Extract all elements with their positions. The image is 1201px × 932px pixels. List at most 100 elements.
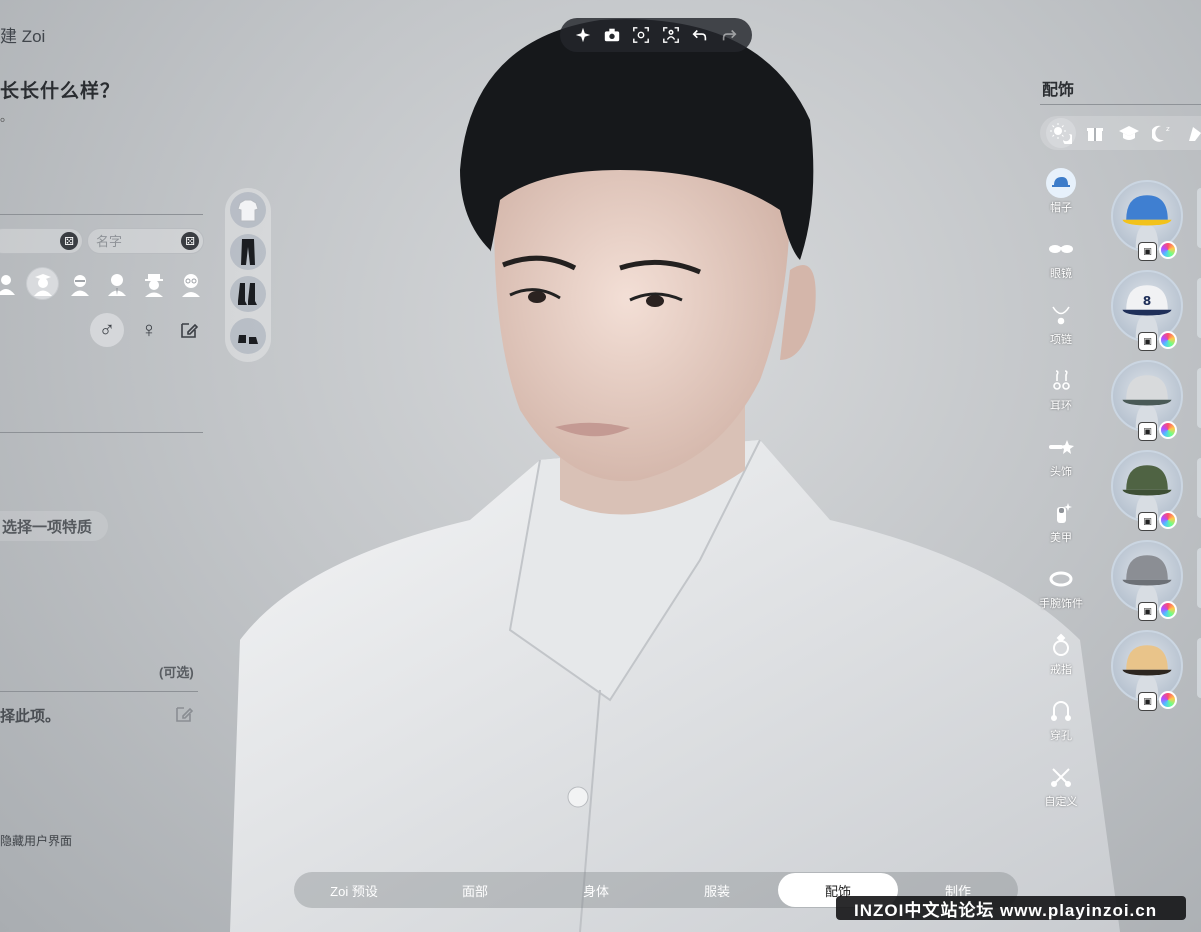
svg-text:8: 8 xyxy=(1143,294,1152,308)
divider xyxy=(0,432,203,433)
color-picker-icon[interactable] xyxy=(1159,331,1177,349)
category-piercing[interactable]: 穿孔 xyxy=(1036,696,1086,743)
day-night-icon[interactable] xyxy=(1046,118,1076,148)
redo-icon[interactable] xyxy=(718,24,740,46)
tab-presets[interactable]: Zoi 预设 xyxy=(294,872,414,908)
boots-item[interactable] xyxy=(230,276,266,312)
color-picker-icon[interactable] xyxy=(1159,511,1177,529)
headpiece-icon xyxy=(1046,432,1076,462)
style-badge-icon: ▣ xyxy=(1138,602,1157,621)
custom-icon xyxy=(1046,762,1076,792)
optional-label: (可选) xyxy=(159,665,194,680)
undo-icon[interactable] xyxy=(689,24,711,46)
life-stage-row xyxy=(0,268,206,299)
category-label: 美甲 xyxy=(1050,532,1072,544)
shoes-item[interactable] xyxy=(230,318,266,354)
style-badge-icon: ▣ xyxy=(1138,242,1157,261)
senior-hat-icon[interactable] xyxy=(138,268,169,299)
next-column-thumbnail[interactable] xyxy=(1197,458,1201,518)
category-label: 帽子 xyxy=(1050,202,1072,214)
gift-icon[interactable] xyxy=(1082,120,1108,146)
divider xyxy=(0,214,203,215)
character-question: 长长什么样？ xyxy=(0,81,121,102)
divider xyxy=(0,691,198,692)
piercing-icon xyxy=(1046,696,1076,726)
category-headpiece[interactable]: 头饰 xyxy=(1036,432,1086,479)
middle-aged-icon[interactable] xyxy=(101,268,132,299)
elder-icon[interactable] xyxy=(175,268,206,299)
trait-select-button[interactable]: 选择一项特质 xyxy=(0,511,108,541)
body-focus-icon[interactable] xyxy=(660,24,682,46)
edit-gender-button[interactable] xyxy=(172,313,206,347)
young-adult-icon[interactable] xyxy=(27,268,58,299)
camera-icon[interactable] xyxy=(601,24,623,46)
next-column-thumbnail[interactable] xyxy=(1197,278,1201,338)
color-picker-icon[interactable] xyxy=(1159,421,1177,439)
hat-image xyxy=(1122,645,1172,699)
next-column-thumbnail[interactable] xyxy=(1197,188,1201,248)
hat-image xyxy=(1122,555,1172,609)
category-label: 耳环 xyxy=(1050,400,1072,412)
sleep-icon[interactable]: z xyxy=(1150,120,1176,146)
necklace-icon xyxy=(1046,300,1076,330)
category-label: 项链 xyxy=(1050,334,1072,346)
category-earring[interactable]: 耳环 xyxy=(1036,366,1086,413)
hide-ui-toggle[interactable]: 隐藏用户界面 xyxy=(0,832,72,849)
category-hat[interactable]: 帽子 xyxy=(1036,168,1086,215)
child-icon[interactable] xyxy=(0,268,21,299)
page-title: 建 Zoi xyxy=(0,27,46,46)
outfit-preview-column xyxy=(225,188,271,362)
style-badge-icon: ▣ xyxy=(1138,692,1157,711)
style-badge-icon: ▣ xyxy=(1138,332,1157,351)
category-nail[interactable]: 美甲 xyxy=(1036,498,1086,545)
category-glasses[interactable]: 眼镜 xyxy=(1036,234,1086,281)
random-dice-icon[interactable]: ⚄ xyxy=(60,232,78,250)
hat-image xyxy=(1122,195,1172,249)
random-dice-icon[interactable]: ⚄ xyxy=(181,232,199,250)
category-custom[interactable]: 自定义 xyxy=(1036,762,1086,809)
category-label: 头饰 xyxy=(1050,466,1072,478)
tab-body[interactable]: 身体 xyxy=(536,872,656,908)
first-name-field[interactable]: ⚄ xyxy=(87,228,204,254)
hat-image xyxy=(1122,375,1172,429)
edit-icon[interactable] xyxy=(174,704,194,724)
divider xyxy=(1040,104,1201,105)
tab-face[interactable]: 面部 xyxy=(415,872,535,908)
category-label: 穿孔 xyxy=(1050,730,1072,742)
category-ring[interactable]: 戒指 xyxy=(1036,630,1086,677)
glasses-icon xyxy=(1046,234,1076,264)
color-picker-icon[interactable] xyxy=(1159,601,1177,619)
color-picker-icon[interactable] xyxy=(1159,241,1177,259)
next-column-thumbnail[interactable] xyxy=(1197,548,1201,608)
graduation-cap-icon[interactable] xyxy=(1116,120,1142,146)
category-wrist[interactable]: 手腕饰件 xyxy=(1036,564,1086,611)
category-label: 手腕饰件 xyxy=(1039,598,1083,610)
watermark: INZOI中文站论坛 www.playinzoi.cn xyxy=(836,896,1186,920)
character-render xyxy=(230,19,1120,932)
next-column-thumbnail[interactable] xyxy=(1197,368,1201,428)
question-subtext: 。 xyxy=(0,109,14,124)
tab-clothing[interactable]: 服装 xyxy=(657,872,777,908)
next-column-thumbnail[interactable] xyxy=(1197,638,1201,698)
style-badge-icon: ▣ xyxy=(1138,512,1157,531)
surname-field[interactable]: ⚄ xyxy=(0,228,83,254)
category-necklace[interactable]: 项链 xyxy=(1036,300,1086,347)
hat-image xyxy=(1122,465,1172,519)
color-picker-icon[interactable] xyxy=(1159,691,1177,709)
shirt-item[interactable] xyxy=(230,192,266,228)
male-button[interactable]: ♂ xyxy=(90,313,124,347)
hat-image: 8 xyxy=(1122,285,1172,339)
face-focus-icon[interactable] xyxy=(630,24,652,46)
sparkle-icon[interactable] xyxy=(572,24,594,46)
wrist-icon xyxy=(1046,564,1076,594)
hat-icon xyxy=(1046,168,1076,198)
select-this-text: 择此项。 xyxy=(0,708,61,725)
adult-icon[interactable] xyxy=(64,268,95,299)
pants-item[interactable] xyxy=(230,234,266,270)
nail-icon xyxy=(1046,498,1076,528)
female-button[interactable]: ♀ xyxy=(132,313,166,347)
style-badge-icon: ▣ xyxy=(1138,422,1157,441)
ring-icon xyxy=(1046,630,1076,660)
camera-toolbar xyxy=(560,18,752,52)
more-icon[interactable] xyxy=(1182,120,1201,146)
